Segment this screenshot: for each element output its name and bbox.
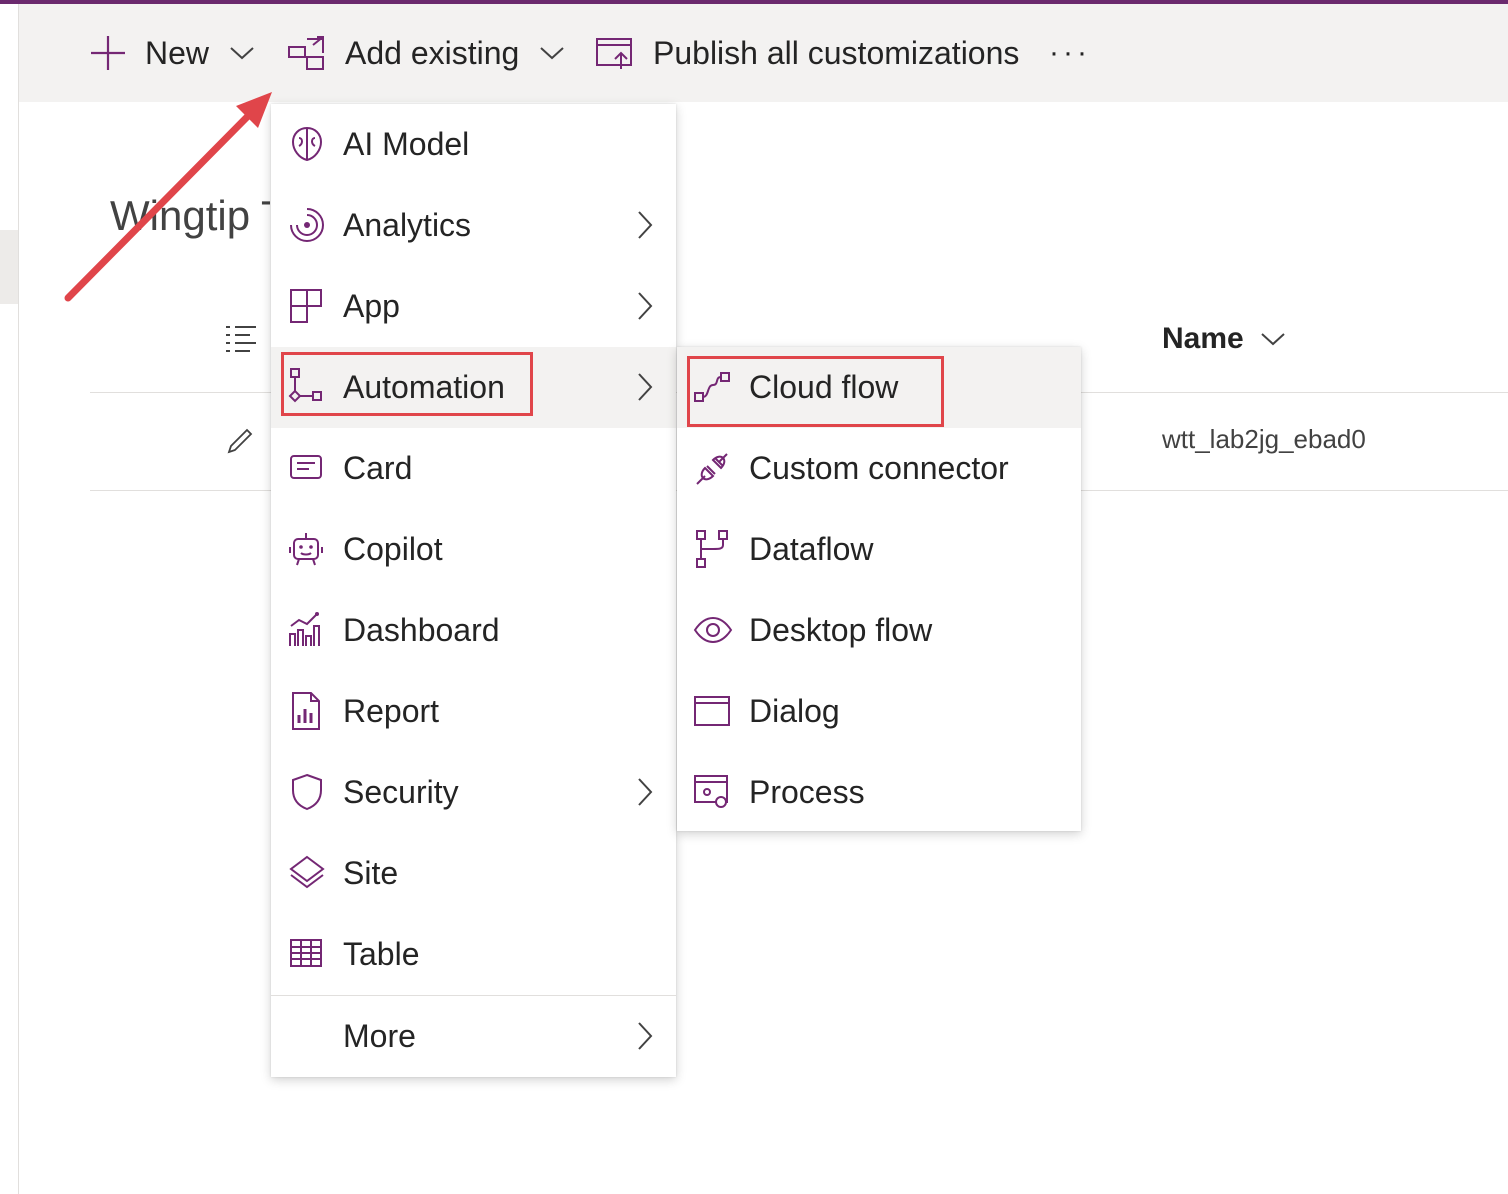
desktop-flow-icon xyxy=(693,616,733,644)
more-commands-button[interactable]: ··· xyxy=(1049,4,1091,102)
name-column-header[interactable]: Name xyxy=(1162,322,1286,356)
menu-item-more[interactable]: More xyxy=(271,996,676,1077)
security-icon xyxy=(292,773,322,811)
automation-highlight-box xyxy=(281,352,533,416)
publish-icon xyxy=(596,38,632,69)
menu-item-dashboard[interactable]: Dashboard xyxy=(271,590,676,671)
left-nav-rail xyxy=(0,4,19,1194)
menu-item-label: Card xyxy=(343,450,413,486)
site-icon xyxy=(289,855,325,889)
more-ellipsis-icon: ··· xyxy=(1049,36,1091,69)
table-icon xyxy=(290,939,322,967)
add-existing-menu: AI Model Analytics App Automation Card C… xyxy=(271,104,676,1077)
submenu-item-label: Desktop flow xyxy=(749,612,933,648)
menu-item-label: More xyxy=(343,1018,416,1054)
menu-item-ai-model[interactable]: AI Model xyxy=(271,104,676,185)
chevron-down-icon xyxy=(230,47,254,60)
submenu-item-label: Custom connector xyxy=(749,450,1009,486)
menu-item-table[interactable]: Table xyxy=(271,914,676,995)
card-icon xyxy=(290,455,322,479)
chevron-right-icon xyxy=(638,292,653,320)
menu-item-label: Security xyxy=(343,774,459,810)
analytics-icon xyxy=(290,208,324,242)
submenu-item-label: Dialog xyxy=(749,693,840,729)
menu-item-security[interactable]: Security xyxy=(271,752,676,833)
menu-item-label: Report xyxy=(343,693,440,729)
edit-pencil-icon[interactable] xyxy=(225,426,255,456)
menu-item-label: App xyxy=(343,288,400,324)
chevron-right-icon xyxy=(638,373,653,401)
submenu-item-dataflow[interactable]: Dataflow xyxy=(677,509,1081,590)
chevron-right-icon xyxy=(638,211,653,239)
new-button[interactable]: New xyxy=(89,4,255,102)
submenu-item-process[interactable]: Process xyxy=(677,752,1081,833)
submenu-item-label: Dataflow xyxy=(749,531,874,567)
submenu-item-custom-connector[interactable]: Custom connector xyxy=(677,428,1081,509)
publish-all-button[interactable]: Publish all customizations xyxy=(595,4,1019,102)
chevron-right-icon xyxy=(638,778,653,806)
submenu-item-desktop-flow[interactable]: Desktop flow xyxy=(677,590,1081,671)
add-existing-label: Add existing xyxy=(345,34,520,71)
app-icon xyxy=(290,289,322,323)
menu-item-report[interactable]: Report xyxy=(271,671,676,752)
menu-item-site[interactable]: Site xyxy=(271,833,676,914)
dashboard-icon xyxy=(289,612,320,646)
dialog-icon xyxy=(694,696,730,726)
menu-item-label: Analytics xyxy=(343,207,472,243)
cloud-flow-highlight-box xyxy=(687,356,944,427)
name-column-label: Name xyxy=(1162,322,1244,355)
menu-item-label: AI Model xyxy=(343,126,470,162)
menu-item-copilot[interactable]: Copilot xyxy=(271,509,676,590)
chevron-down-icon xyxy=(1261,333,1285,346)
menu-item-app[interactable]: App xyxy=(271,266,676,347)
submenu-item-dialog[interactable]: Dialog xyxy=(677,671,1081,752)
chevron-down-icon xyxy=(540,47,565,60)
menu-item-analytics[interactable]: Analytics xyxy=(271,185,676,266)
chevron-right-icon xyxy=(638,1022,653,1050)
command-bar: New Add existing Publish all customizati… xyxy=(19,4,1508,102)
menu-item-card[interactable]: Card xyxy=(271,428,676,509)
menu-item-label: Table xyxy=(343,936,420,972)
process-icon xyxy=(694,775,728,808)
submenu-item-label: Process xyxy=(749,774,865,810)
publish-label: Publish all customizations xyxy=(653,34,1020,71)
menu-item-label: Dashboard xyxy=(343,612,500,648)
custom-connector-icon xyxy=(696,453,728,485)
plus-icon xyxy=(91,36,125,70)
menu-item-label: Copilot xyxy=(343,531,443,567)
copilot-icon xyxy=(289,533,323,566)
row-name-cell[interactable]: wtt_lab2jg_ebad0 xyxy=(1162,424,1366,455)
report-icon xyxy=(292,692,320,730)
menu-item-label: Site xyxy=(343,855,399,891)
add-existing-icon xyxy=(288,36,324,70)
page-title: Wingtip T xyxy=(110,192,270,239)
new-label: New xyxy=(145,34,210,71)
add-existing-button[interactable]: Add existing xyxy=(287,4,565,102)
list-view-icon[interactable] xyxy=(224,324,258,356)
dataflow-icon xyxy=(696,530,728,568)
left-nav-selected-marker xyxy=(0,230,18,304)
ai-model-icon xyxy=(291,126,323,162)
